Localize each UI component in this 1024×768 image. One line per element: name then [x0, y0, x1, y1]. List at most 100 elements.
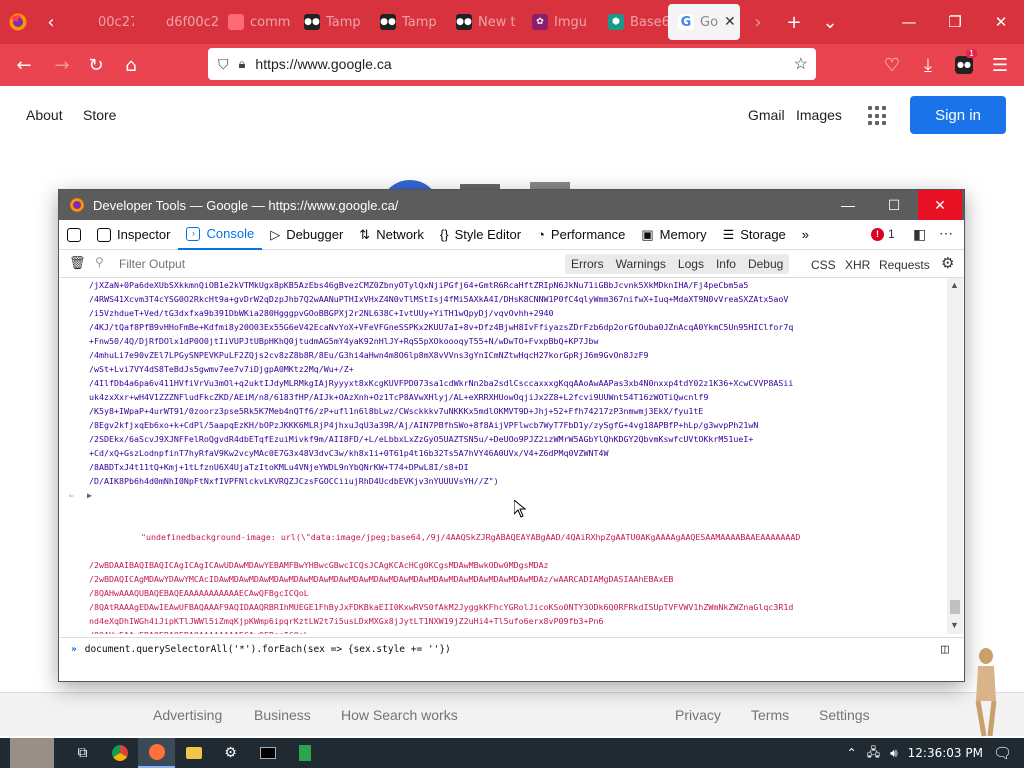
firefox-taskbar-icon[interactable] — [138, 738, 175, 768]
notepad-icon[interactable] — [286, 738, 323, 768]
scroll-up-icon[interactable]: ▲ — [950, 280, 959, 290]
settings-link[interactable]: Settings — [819, 707, 870, 723]
how-search-works-link[interactable]: How Search works — [341, 707, 458, 723]
volume-icon[interactable]: 🔊︎ — [890, 746, 898, 761]
filter-warnings-button[interactable]: Warnings — [610, 255, 672, 273]
console-settings-gear-icon[interactable]: ⚙ — [941, 254, 954, 272]
tab-memory[interactable]: ▣ Memory — [633, 220, 714, 250]
tab-label: Tamp — [326, 14, 361, 30]
tab-scroll-right-icon[interactable]: › — [740, 0, 776, 44]
tab-4[interactable]: ●● Tamp — [370, 0, 446, 44]
user-avatar-icon[interactable] — [0, 738, 64, 768]
trash-icon[interactable]: 🗑︎ — [69, 255, 86, 271]
back-icon[interactable]: ← — [6, 47, 42, 83]
downloads-icon[interactable]: ⤓ — [910, 47, 946, 83]
tracking-shield-icon[interactable]: ⛉ — [218, 56, 229, 73]
terminal-icon[interactable] — [249, 738, 286, 768]
google-apps-icon[interactable] — [868, 106, 888, 126]
extension-icon[interactable]: ●● 1 — [946, 47, 982, 83]
tab-2[interactable]: comm — [218, 0, 294, 44]
tab-label: Tamp — [402, 14, 437, 30]
minimize-icon[interactable]: — — [886, 0, 932, 44]
error-counter[interactable]: ! 1 — [871, 227, 895, 241]
console-output[interactable]: /jXZaN+0Pa6deXUbSXkkmnQiOB1e2kVTMkUgx8pK… — [59, 278, 951, 634]
tray-chevron-icon[interactable]: ⌃ — [847, 746, 857, 760]
more-options-icon[interactable]: ⋯ — [939, 225, 953, 242]
forward-icon[interactable]: → — [44, 47, 80, 83]
business-link[interactable]: Business — [254, 707, 311, 723]
chrome-icon[interactable] — [101, 738, 138, 768]
url-bar[interactable]: ⛉ 🔒︎ https://www.google.ca ☆ — [208, 48, 816, 80]
clock[interactable]: 12:36:03 PM — [908, 746, 983, 760]
sign-in-button[interactable]: Sign in — [910, 96, 1006, 134]
tab-debugger[interactable]: ▷ Debugger — [262, 220, 351, 250]
tab-close-icon[interactable]: ✕ — [724, 14, 736, 30]
editor-mode-icon[interactable]: ◫ — [941, 642, 949, 657]
tab-0[interactable]: 00c27- — [66, 0, 134, 44]
devtools-window: Developer Tools — Google — https://www.g… — [58, 189, 965, 682]
console-input[interactable]: » document.querySelectorAll('*').forEach… — [59, 637, 964, 661]
terms-link[interactable]: Terms — [751, 707, 789, 723]
more-tabs-chevron-icon[interactable]: » — [794, 220, 817, 250]
url-text[interactable]: https://www.google.ca — [255, 56, 391, 72]
images-link[interactable]: Images — [796, 107, 842, 123]
console-command[interactable]: document.querySelectorAll('*').forEach(s… — [85, 644, 451, 655]
tab-7[interactable]: ⬢ Base6 — [598, 0, 668, 44]
tab-console[interactable]: › Console — [178, 220, 263, 250]
console-scrollbar[interactable]: ▲ ▼ — [947, 278, 963, 634]
pocket-icon[interactable]: ♡ — [874, 47, 910, 83]
tab-network[interactable]: ⇅ Network — [351, 220, 432, 250]
scroll-down-icon[interactable]: ▼ — [950, 620, 959, 630]
advertising-link[interactable]: Advertising — [153, 707, 222, 723]
home-icon[interactable]: ⌂ — [113, 47, 149, 83]
store-link[interactable]: Store — [83, 107, 116, 123]
filter-css-button[interactable]: CSS — [805, 256, 842, 274]
network-tray-icon[interactable]: 🖧︎ — [867, 743, 880, 764]
notifications-icon[interactable]: 🗨︎ — [993, 744, 1012, 762]
dock-side-icon[interactable]: ◧ — [913, 226, 926, 243]
new-tab-plus-icon[interactable]: + — [776, 0, 812, 44]
tab-performance-label: Performance — [550, 227, 626, 242]
filter-debug-button[interactable]: Debug — [742, 255, 789, 273]
tab-inspector[interactable]: Inspector — [89, 220, 178, 250]
filter-output-input[interactable]: Filter Output — [119, 257, 185, 271]
devtools-minimize-icon[interactable]: — — [826, 190, 870, 220]
filter-requests-button[interactable]: Requests — [873, 256, 936, 274]
tab-5[interactable]: ●● New t — [446, 0, 522, 44]
tab-1[interactable]: d6f00c27- — [134, 0, 218, 44]
close-window-icon[interactable]: ✕ — [978, 0, 1024, 44]
filter-logs-button[interactable]: Logs — [672, 255, 710, 273]
privacy-link[interactable]: Privacy — [675, 707, 721, 723]
control-panel-icon[interactable]: ⚙ — [212, 738, 249, 768]
tab-6[interactable]: ✿ Imgu — [522, 0, 598, 44]
tab-style-editor[interactable]: {} Style Editor — [432, 220, 529, 250]
list-all-tabs-chevron-icon[interactable]: ⌄ — [812, 0, 848, 44]
expand-triangle-icon[interactable]: ▶ — [87, 488, 92, 502]
lock-icon[interactable]: 🔒︎ — [239, 56, 246, 72]
tab-8-active[interactable]: G Go ✕ — [668, 4, 740, 40]
devtools-maximize-icon[interactable]: ☐ — [872, 190, 916, 220]
task-view-icon[interactable]: ⧉ — [64, 738, 101, 768]
gauge-icon: ◔ — [537, 227, 545, 242]
tab-3[interactable]: ●● Tamp — [294, 0, 370, 44]
filter-xhr-button[interactable]: XHR — [839, 256, 876, 274]
about-link[interactable]: About — [26, 107, 63, 123]
console-line: /K5y8+IWpaP+4urWT91/0zoorz3pse5Rk5K7Meb4… — [89, 406, 704, 416]
devtools-titlebar[interactable]: Developer Tools — Google — https://www.g… — [59, 190, 964, 220]
console-line: /wSt+Lvi7VY4dS8TeBdJs5gwmv7ee7v7iDjgpA0M… — [89, 364, 354, 374]
reload-icon[interactable]: ↻ — [78, 47, 114, 83]
scrollbar-thumb[interactable] — [950, 600, 960, 614]
tab-scroll-left-icon[interactable]: ‹ — [36, 0, 66, 44]
tab-performance[interactable]: ◔ Performance — [529, 220, 633, 250]
tab-storage[interactable]: ☰ Storage — [715, 220, 794, 250]
file-explorer-icon[interactable] — [175, 738, 212, 768]
restore-icon[interactable]: ❐ — [932, 0, 978, 44]
gmail-link[interactable]: Gmail — [748, 107, 785, 123]
devtools-close-icon[interactable]: ✕ — [918, 190, 962, 220]
bookmark-star-icon[interactable]: ☆ — [794, 54, 808, 74]
hamburger-menu-icon[interactable]: ☰ — [982, 47, 1018, 83]
firefox-icon[interactable] — [0, 0, 36, 44]
filter-errors-button[interactable]: Errors — [565, 255, 610, 273]
element-picker-icon[interactable] — [59, 220, 89, 250]
filter-info-button[interactable]: Info — [710, 255, 742, 273]
